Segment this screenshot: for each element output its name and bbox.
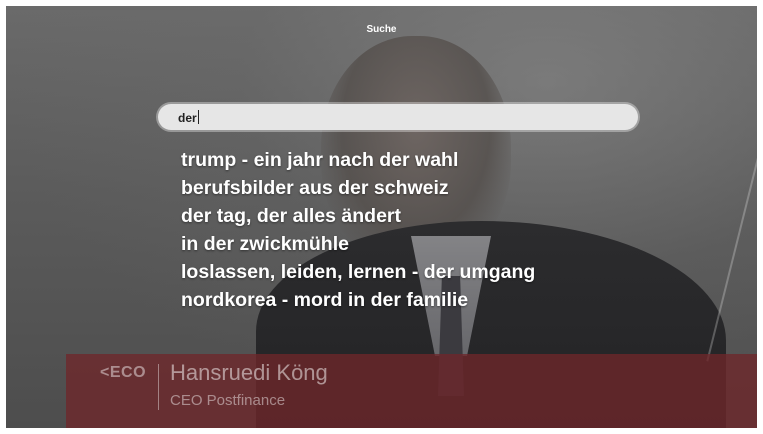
text-caret xyxy=(197,110,199,124)
show-logo: <ECO xyxy=(100,364,146,382)
lower-third-banner: <ECO Hansruedi Köng CEO Postfinance xyxy=(66,354,757,428)
suggestion-item[interactable]: nordkorea - mord in der familie xyxy=(181,286,535,314)
suggestion-item[interactable]: berufsbilder aus der schweiz xyxy=(181,174,535,202)
suggestion-item[interactable]: in der zwickmühle xyxy=(181,230,535,258)
suggestion-item[interactable]: loslassen, leiden, lernen - der umgang xyxy=(181,258,535,286)
suggestion-item[interactable]: der tag, der alles ändert xyxy=(181,202,535,230)
speaker-title: CEO Postfinance xyxy=(170,392,286,409)
logo-arrow-icon: < xyxy=(100,364,110,381)
suggestion-item[interactable]: trump - ein jahr nach der wahl xyxy=(181,146,535,174)
search-query-text: der xyxy=(178,111,197,125)
speaker-name: Hansruedi Köng xyxy=(170,360,328,385)
lower-third-divider xyxy=(158,364,159,410)
suggestion-list: trump - ein jahr nach der wahl berufsbil… xyxy=(181,146,535,314)
search-title: Suche xyxy=(366,24,397,35)
search-input[interactable]: der xyxy=(158,104,638,130)
video-frame: <ECO Hansruedi Köng CEO Postfinance Such… xyxy=(6,6,757,428)
logo-text: ECO xyxy=(109,364,147,381)
search-input-value: der xyxy=(178,110,199,125)
